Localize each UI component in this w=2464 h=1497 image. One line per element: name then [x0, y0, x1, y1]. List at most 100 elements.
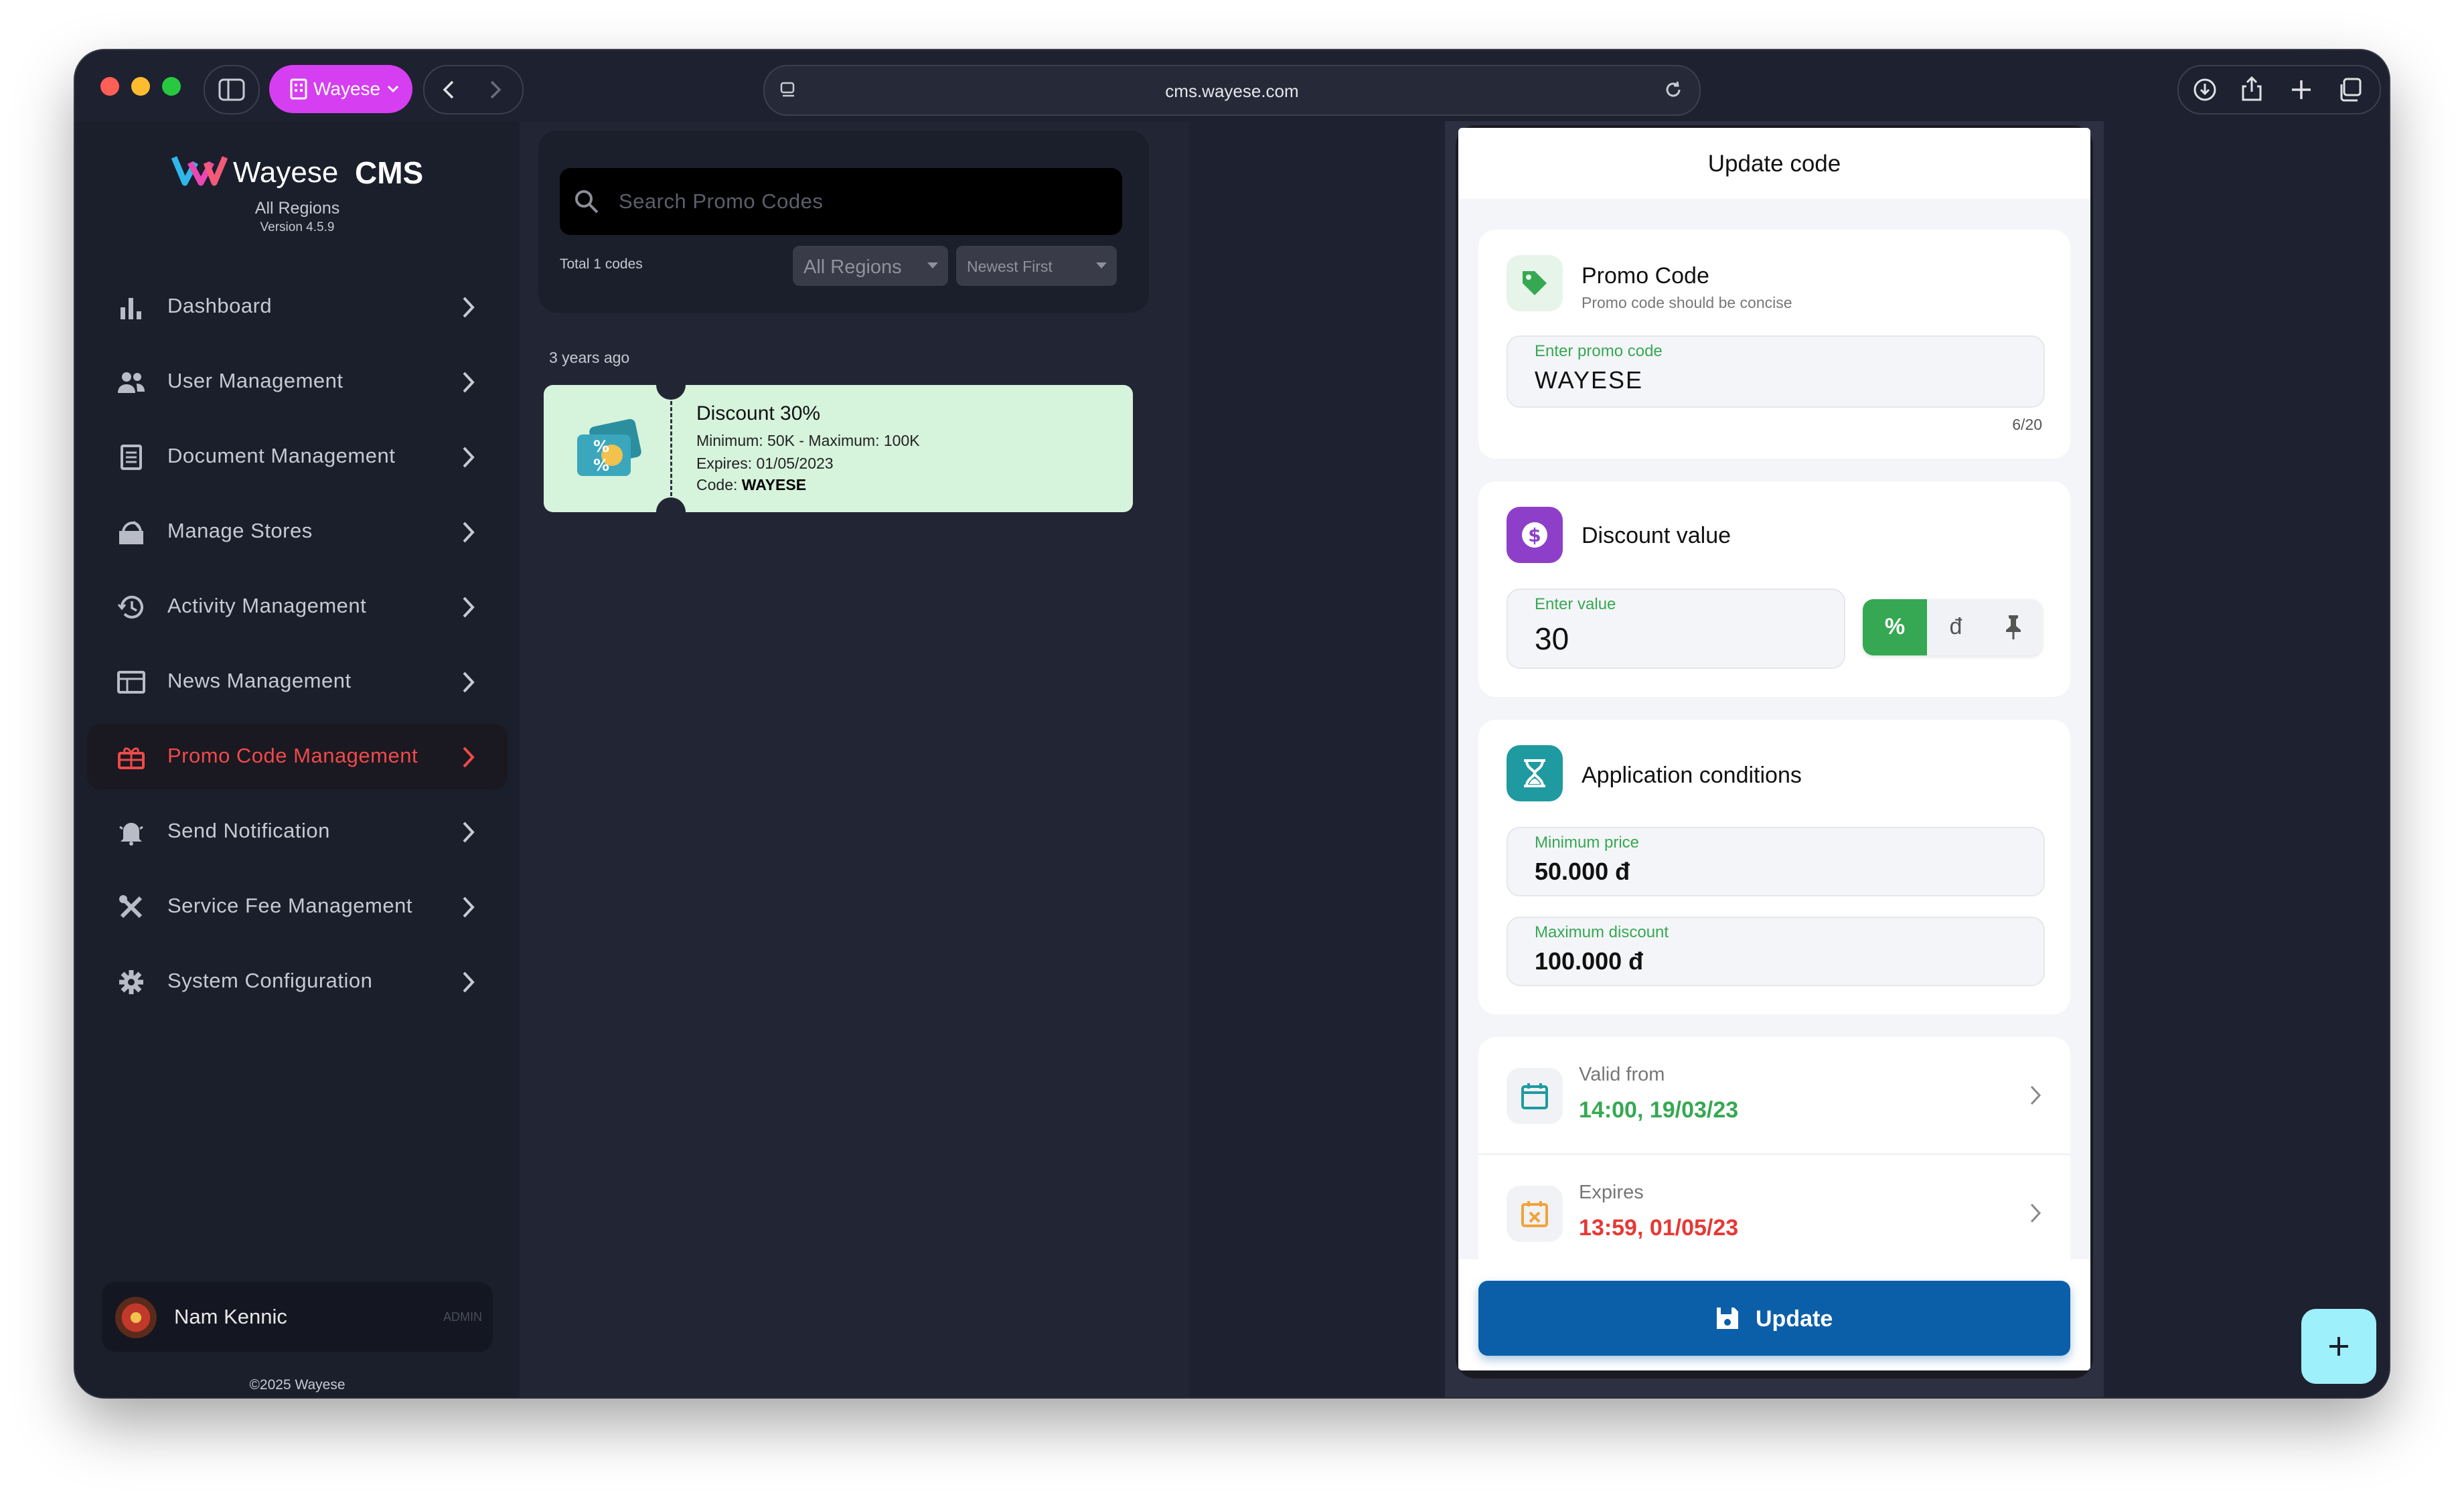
tab-overview-icon[interactable] [2337, 77, 2362, 102]
maximum-discount-field[interactable]: Maximum discount 100.000 đ [1507, 917, 2045, 986]
discount-unit-toggle: % đ [1863, 599, 2042, 655]
avatar [115, 1297, 157, 1338]
valid-from-value: 14:00, 19/03/23 [1579, 1097, 1739, 1123]
brand-region: All Regions [254, 199, 340, 218]
promo-code-field[interactable]: Enter promo code WAYESE [1507, 335, 2045, 408]
promo-code-input[interactable]: WAYESE [1535, 366, 1643, 394]
screen-title: Update code [1707, 151, 1841, 177]
minimum-price-field[interactable]: Minimum price 50.000 đ [1507, 827, 2045, 896]
application-conditions-section: Application conditions Minimum price 50.… [1478, 720, 2070, 1014]
chevron-right-icon [463, 821, 475, 843]
share-icon[interactable] [2240, 76, 2263, 102]
application-conditions-title: Application conditions [1582, 763, 1802, 788]
sidebar-item-label: System Configuration [167, 969, 373, 992]
sidebar-item-activity-management[interactable]: Activity Management [87, 574, 508, 639]
promo-code-field-label: Enter promo code [1535, 342, 1663, 360]
svg-text:$: $ [1528, 524, 1541, 546]
gift-icon [118, 747, 145, 769]
pin-unit-button[interactable] [1985, 599, 2042, 655]
bell-icon [119, 823, 143, 846]
user-name: Nam Kennic [174, 1305, 287, 1328]
address-bar[interactable]: cms.wayese.com [763, 65, 1701, 116]
sidebar-item-send-notification[interactable]: Send Notification [87, 799, 508, 864]
browser-actions [2177, 65, 2381, 114]
minimum-price-input[interactable]: 50.000 đ [1535, 858, 1630, 886]
chevron-right-icon [463, 597, 475, 618]
sidebar-item-promo-code-management[interactable]: Promo Code Management [87, 724, 508, 789]
sidebar-item-label: Manage Stores [167, 519, 313, 542]
profile-button[interactable]: Wayese [269, 65, 412, 113]
discount-value-section: $ Discount value Enter value 30 % đ [1478, 481, 2070, 697]
percent-unit-button[interactable]: % [1863, 599, 1927, 655]
chevron-down-icon [387, 85, 399, 93]
back-icon[interactable] [441, 80, 457, 100]
calendar-icon-box [1507, 1068, 1563, 1124]
reload-icon[interactable] [1663, 80, 1683, 100]
discount-value-field[interactable]: Enter value 30 [1507, 588, 1845, 669]
search-icon [575, 190, 599, 214]
screen-header: Update code [1458, 128, 2090, 199]
user-profile-card[interactable]: Nam Kennic ADMIN [102, 1282, 493, 1352]
forward-icon[interactable] [487, 80, 504, 100]
browser-toolbar: Wayese cms.wayese.com [75, 50, 2389, 121]
wayese-logo-icon [171, 156, 228, 186]
tools-icon [119, 895, 143, 919]
percent-unit-label: % [1884, 614, 1906, 639]
ticket-notch-bottom [656, 497, 686, 527]
search-field[interactable]: Search Promo Codes [560, 168, 1122, 235]
expires-label: Expires [1579, 1182, 1644, 1203]
close-window-button[interactable] [100, 77, 119, 96]
svg-text:%: % [593, 437, 609, 456]
sidebar-item-system-configuration[interactable]: System Configuration [87, 949, 508, 1014]
update-code-screen: Update code Promo Code Promo code should… [1458, 128, 2090, 1370]
coupon-icon: % % [577, 418, 641, 476]
sidebar-item-document-management[interactable]: Document Management [87, 424, 508, 489]
sidebar-item-label: Send Notification [167, 819, 330, 842]
maximum-discount-label: Maximum discount [1535, 923, 1669, 941]
promo-code-value: WAYESE [741, 476, 807, 493]
sidebar-item-service-fee-management[interactable]: Service Fee Management [87, 874, 508, 939]
promo-limits: Minimum: 50K - Maximum: 100K [696, 432, 920, 449]
add-promo-button[interactable] [2301, 1309, 2376, 1384]
chevron-right-icon [463, 746, 475, 768]
brand-version: Version 4.5.9 [260, 220, 335, 234]
sidebar-item-dashboard[interactable]: Dashboard [87, 274, 508, 339]
update-button-label: Update [1756, 1306, 1833, 1332]
promo-code-card[interactable]: % % Discount 30% Minimum: 50K - Maximum:… [544, 370, 1133, 527]
sidebar-item-label: News Management [167, 669, 352, 692]
region-filter-select[interactable]: All Regions [793, 246, 948, 286]
new-tab-icon[interactable] [2290, 78, 2313, 101]
calendar-icon [1521, 1083, 1548, 1109]
valid-from-row[interactable]: Valid from 14:00, 19/03/23 [1478, 1037, 2070, 1155]
sidebar-item-label: User Management [167, 369, 343, 392]
currency-unit-button[interactable]: đ [1927, 599, 1985, 655]
sidebar-item-manage-stores[interactable]: Manage Stores [87, 499, 508, 564]
sidebar-item-user-management[interactable]: User Management [87, 349, 508, 414]
search-input[interactable]: Search Promo Codes [619, 189, 823, 214]
hourglass-icon [1524, 759, 1545, 787]
update-button[interactable]: Update [1478, 1281, 2070, 1356]
pin-icon [2006, 615, 2021, 639]
sidebar-item-label: Promo Code Management [167, 744, 418, 767]
brand-logo [171, 153, 228, 190]
sidebar-item-news-management[interactable]: News Management [87, 649, 508, 714]
chevron-right-icon [2030, 1203, 2042, 1223]
save-icon [1717, 1308, 1738, 1329]
plus-icon [2329, 1337, 2348, 1356]
total-count: Total 1 codes [560, 256, 643, 272]
tag-icon [1523, 271, 1547, 295]
valid-from-label: Valid from [1579, 1064, 1665, 1085]
user-role: ADMIN [443, 1310, 482, 1324]
discount-value-input[interactable]: 30 [1535, 621, 1569, 657]
building-icon [290, 78, 307, 100]
bar-chart-icon [121, 298, 141, 319]
expires-row[interactable]: Expires 13:59, 01/05/23 [1478, 1155, 2070, 1271]
zoom-window-button[interactable] [162, 77, 181, 96]
sort-select[interactable]: Newest First [956, 246, 1117, 286]
download-icon[interactable] [2192, 77, 2218, 102]
maximum-discount-input[interactable]: 100.000 đ [1535, 947, 1643, 975]
sidebar-toggle-button[interactable] [204, 65, 260, 114]
chevron-right-icon [463, 447, 475, 468]
search-filter-card: Search Promo Codes Total 1 codes All Reg… [538, 131, 1149, 313]
minimize-window-button[interactable] [131, 77, 150, 96]
